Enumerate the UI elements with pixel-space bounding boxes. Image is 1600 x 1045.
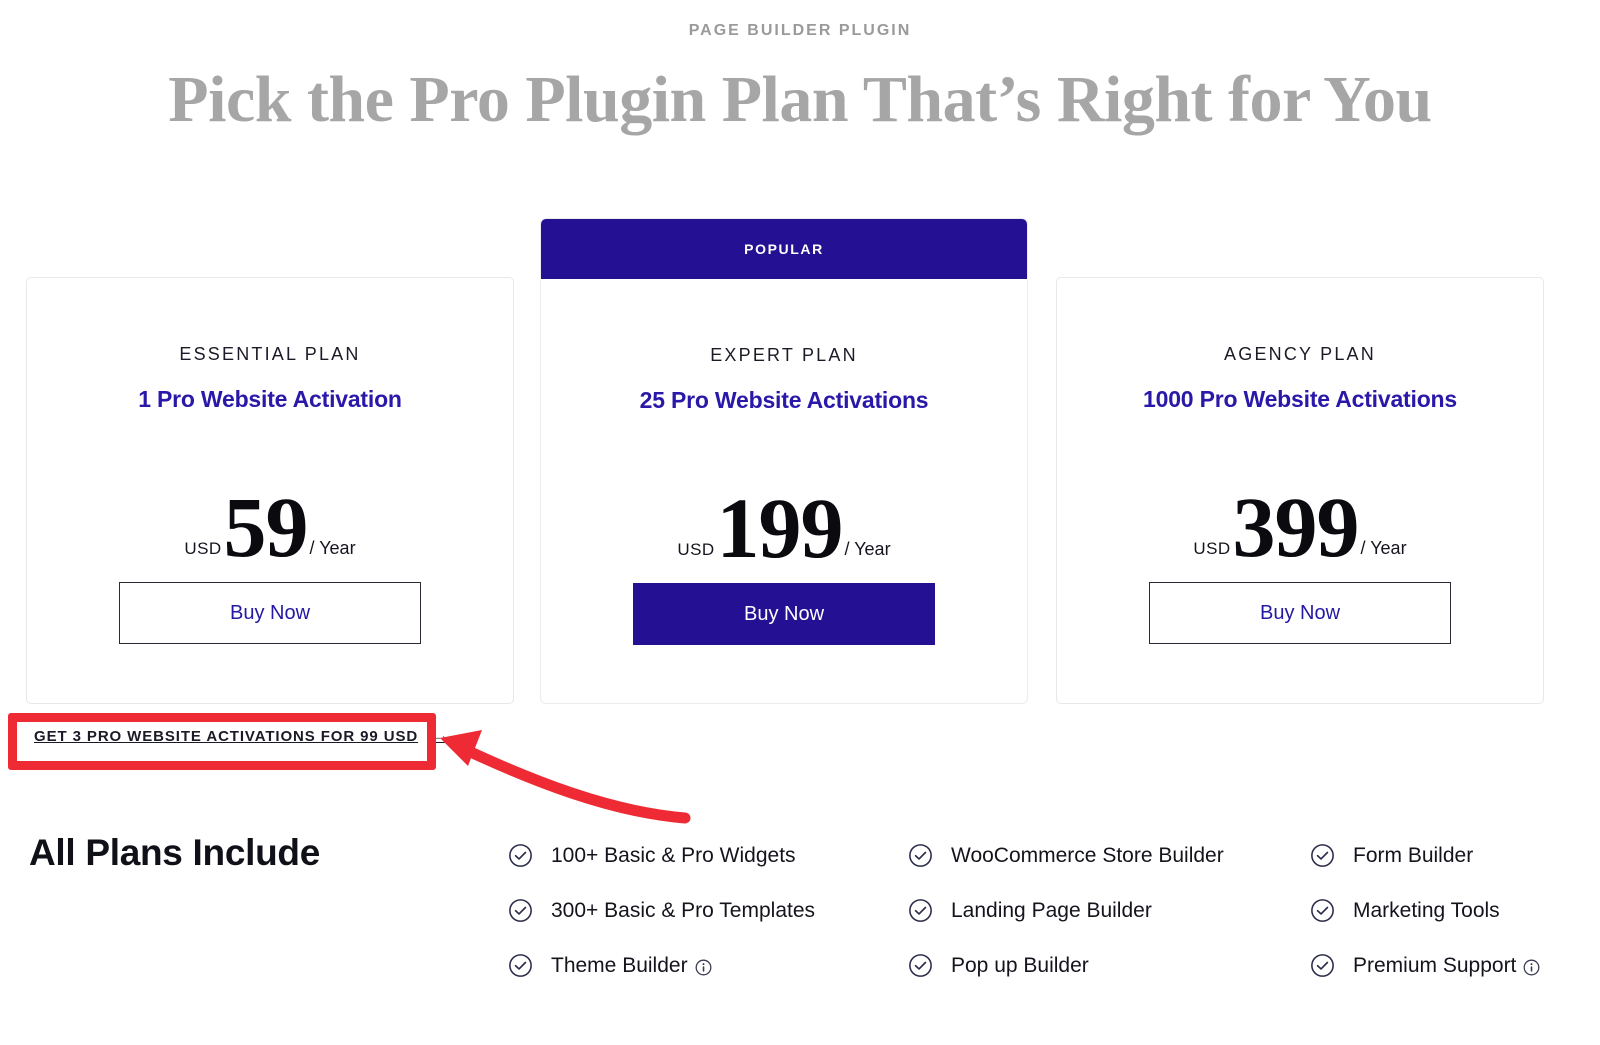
features-column-3: Form Builder Marketing Tools Premium Sup… — [1310, 828, 1540, 993]
feature-label: 300+ Basic & Pro Templates — [551, 898, 816, 922]
feature-label: Pop up Builder — [951, 953, 1089, 977]
card-body: EXPERT PLAN 25 Pro Website Activations U… — [541, 279, 1027, 703]
price-row: USD 199 / Year — [541, 480, 1027, 576]
price-amount: 59 — [223, 479, 309, 575]
feature-label: WooCommerce Store Builder — [951, 843, 1224, 867]
feature-label: Theme Builder — [551, 954, 712, 978]
feature-label: Premium Support — [1353, 954, 1540, 978]
price-row: USD 59 / Year — [27, 479, 513, 575]
features-title: All Plans Include — [29, 832, 320, 873]
plan-subtitle: 1 Pro Website Activation — [138, 386, 402, 412]
feature-label: Landing Page Builder — [951, 898, 1152, 922]
promo-label: GET 3 PRO WEBSITE ACTIVATIONS FOR 99 USD — [34, 727, 419, 745]
features-column-1: 100+ Basic & Pro Widgets 300+ Basic & Pr… — [508, 828, 815, 993]
popular-badge: POPULAR — [541, 219, 1027, 279]
buy-now-button-expert[interactable]: Buy Now — [633, 583, 935, 645]
price-currency: USD — [1193, 539, 1231, 558]
feature-item: 300+ Basic & Pro Templates — [508, 883, 815, 938]
feature-item: Theme Builder — [508, 938, 815, 993]
promo-link[interactable]: GET 3 PRO WEBSITE ACTIVATIONS FOR 99 USD… — [34, 726, 450, 746]
plan-name: ESSENTIAL PLAN — [179, 344, 361, 364]
page-title: Pick the Pro Plugin Plan That’s Right fo… — [168, 63, 1432, 136]
plan-name: AGENCY PLAN — [1224, 344, 1376, 364]
feature-item: Form Builder — [1310, 828, 1540, 883]
feature-item: WooCommerce Store Builder — [908, 828, 1224, 883]
feature-label: Marketing Tools — [1353, 898, 1500, 922]
buy-now-button-agency[interactable]: Buy Now — [1149, 582, 1451, 644]
check-circle-icon — [909, 844, 932, 867]
price-period: / Year — [309, 538, 356, 558]
pricing-cards: ESSENTIAL PLAN 1 Pro Website Activation … — [26, 218, 1574, 704]
features-column-2: WooCommerce Store Builder Landing Page B… — [908, 828, 1224, 993]
price-amount: 399 — [1232, 479, 1360, 575]
info-icon[interactable] — [695, 959, 712, 976]
check-circle-icon — [909, 954, 932, 977]
feature-item: Landing Page Builder — [908, 883, 1224, 938]
pricing-page: PAGE BUILDER PLUGIN Pick the Pro Plugin … — [0, 0, 1600, 1045]
price-period: / Year — [844, 539, 891, 559]
price-period: / Year — [1360, 538, 1407, 558]
feature-item: Premium Support — [1310, 938, 1540, 993]
check-circle-icon — [509, 954, 532, 977]
card-body: AGENCY PLAN 1000 Pro Website Activations… — [1057, 278, 1543, 703]
feature-item: Marketing Tools — [1310, 883, 1540, 938]
annotation-arrow-icon — [440, 730, 691, 824]
plan-name: EXPERT PLAN — [710, 345, 858, 365]
buy-now-button-essential[interactable]: Buy Now — [119, 582, 421, 644]
feature-item: Pop up Builder — [908, 938, 1224, 993]
pricing-card-agency[interactable]: AGENCY PLAN 1000 Pro Website Activations… — [1056, 277, 1544, 704]
arrow-right-icon: → — [432, 726, 450, 745]
check-circle-icon — [909, 899, 932, 922]
pricing-card-essential[interactable]: ESSENTIAL PLAN 1 Pro Website Activation … — [26, 277, 514, 704]
feature-label: Form Builder — [1353, 843, 1474, 867]
plan-subtitle: 25 Pro Website Activations — [639, 387, 929, 413]
price-currency: USD — [184, 539, 222, 558]
feature-item: 100+ Basic & Pro Widgets — [508, 828, 815, 883]
pricing-card-expert[interactable]: POPULAR EXPERT PLAN 25 Pro Website Activ… — [540, 218, 1028, 704]
info-icon[interactable] — [1523, 959, 1540, 976]
card-body: ESSENTIAL PLAN 1 Pro Website Activation … — [27, 278, 513, 703]
price-currency: USD — [677, 540, 715, 559]
check-circle-icon — [509, 844, 532, 867]
check-circle-icon — [509, 899, 532, 922]
plan-subtitle: 1000 Pro Website Activations — [1143, 386, 1457, 412]
check-circle-icon — [1311, 954, 1334, 977]
check-circle-icon — [1311, 844, 1334, 867]
eyebrow-text: PAGE BUILDER PLUGIN — [688, 22, 912, 39]
price-row: USD 399 / Year — [1057, 479, 1543, 575]
price-amount: 199 — [716, 480, 844, 576]
check-circle-icon — [1311, 899, 1334, 922]
feature-label: 100+ Basic & Pro Widgets — [551, 843, 796, 867]
